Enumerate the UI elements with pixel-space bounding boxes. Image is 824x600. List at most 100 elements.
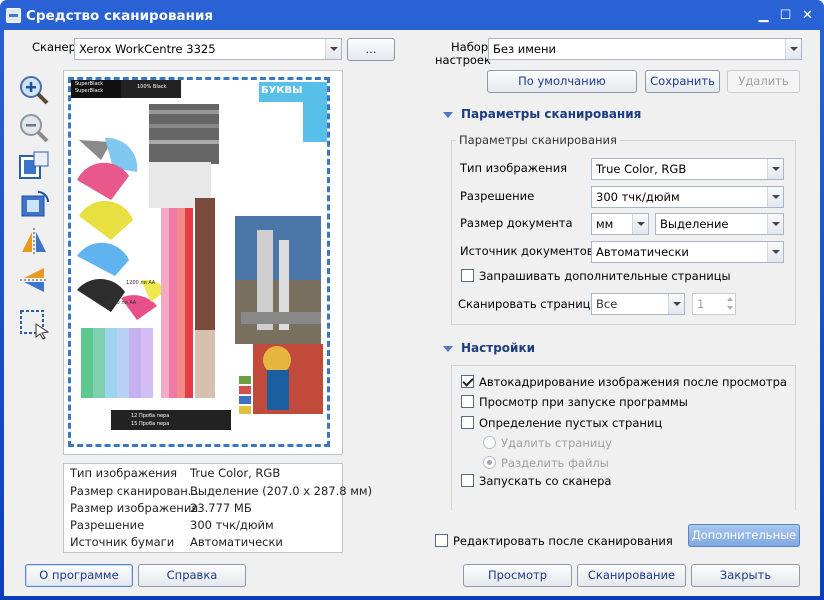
info-value: Выделение (207.0 x 287.8 мм) xyxy=(190,484,373,498)
chevron-down-icon xyxy=(767,242,783,262)
split-files-radio[interactable] xyxy=(483,456,496,469)
chevron-down-icon xyxy=(785,39,801,59)
scanner-label: Сканер xyxy=(32,40,76,54)
info-key: Тип изображения xyxy=(70,466,178,480)
preset-select[interactable]: Без имени xyxy=(488,38,802,60)
scan-pages-label: Сканировать страницы xyxy=(458,297,600,311)
blank-detect-checkbox[interactable] xyxy=(461,416,474,429)
preview-on-start-label: Просмотр при запуске программы xyxy=(479,395,688,409)
blank-detect-label: Определение пустых страниц xyxy=(479,416,663,430)
doc-size-value: Выделение xyxy=(660,217,729,231)
preview-proba-2: 15 Проба пера xyxy=(131,421,170,427)
chevron-down-icon xyxy=(767,187,783,207)
ask-pages-label: Запрашивать дополнительные страницы xyxy=(479,269,731,283)
preview-black100: 100% Black xyxy=(137,84,167,90)
edit-after-label: Редактировать после сканирования xyxy=(453,534,673,548)
scanner-app-icon xyxy=(6,8,21,23)
info-value: Автоматически xyxy=(190,535,283,549)
scan-button[interactable]: Сканирование xyxy=(577,564,686,587)
settings-header[interactable]: Настройки xyxy=(461,341,535,355)
launch-from-scanner-checkbox[interactable] xyxy=(461,474,474,487)
help-button[interactable]: Справка xyxy=(138,564,246,587)
scan-pages-count[interactable]: 1 xyxy=(692,293,736,315)
preview-bukvy-label: БУКВЫ xyxy=(261,85,303,96)
chevron-down-icon xyxy=(668,294,684,314)
edit-after-checkbox[interactable] xyxy=(435,534,448,547)
info-key: Источник бумаги xyxy=(70,535,175,549)
zoom-out-icon[interactable] xyxy=(18,112,50,144)
info-value: 300 тчк/дюйм xyxy=(190,518,274,532)
maximize-button[interactable]: ☐ xyxy=(775,6,796,27)
scan-selection-frame[interactable]: SuperBlack SuperBlack 100% Black БУКВЫ 1… xyxy=(68,77,330,447)
image-type-label: Тип изображения xyxy=(460,161,568,175)
preview-button[interactable]: Просмотр xyxy=(463,564,572,587)
doc-size-unit-value: мм xyxy=(596,217,614,231)
delete-page-label: Удалить страницу xyxy=(501,436,612,450)
chevron-down-icon xyxy=(767,159,783,179)
resolution-select[interactable]: 300 тчк/дюйм xyxy=(591,186,784,208)
scan-pages-select[interactable]: Все xyxy=(591,293,685,315)
save-preset-button[interactable]: Сохранить xyxy=(645,70,720,93)
scanner-select[interactable]: Xerox WorkCentre 3325 xyxy=(74,38,342,60)
scan-pages-value: Все xyxy=(596,297,618,311)
info-row: Источник бумаги Автоматически xyxy=(70,535,283,549)
preview-lpi1200: 1200 ли АА xyxy=(126,280,156,286)
scan-window: Средство сканирования ▁ ☐ ✕ Сканер Xerox… xyxy=(0,0,824,600)
launch-from-scanner-label: Запускать со сканера xyxy=(479,474,612,488)
preview-superblack-1: SuperBlack xyxy=(75,81,104,87)
scan-info-panel: Тип изображения True Color, RGB Размер ск… xyxy=(63,463,372,553)
minimize-button[interactable]: ▁ xyxy=(753,6,774,27)
delete-page-radio[interactable] xyxy=(483,436,496,449)
scan-preview[interactable]: SuperBlack SuperBlack 100% Black БУКВЫ 1… xyxy=(63,70,343,455)
preview-on-start-checkbox[interactable] xyxy=(461,395,474,408)
select-area-icon[interactable] xyxy=(18,308,50,340)
spinner-up-icon[interactable] xyxy=(727,297,733,301)
collapse-arrow-icon[interactable] xyxy=(443,112,453,118)
window-title: Средство сканирования xyxy=(26,8,214,24)
scanner-browse-button[interactable]: ... xyxy=(347,38,395,61)
client-area: Сканер Xerox WorkCentre 3325 ... SuperBl… xyxy=(4,30,820,596)
scan-params-group-title: Параметры сканирования xyxy=(456,133,620,147)
preview-superblack-2: SuperBlack xyxy=(75,88,104,94)
preview-lpi1500: 1500 ли АА xyxy=(107,300,137,306)
info-row: Размер сканирован... Выделение (207.0 x 2… xyxy=(70,484,372,498)
preset-label-line1: Набор xyxy=(451,40,489,54)
doc-source-label: Источник документов xyxy=(460,244,594,258)
close-button[interactable]: Закрыть xyxy=(691,564,800,587)
doc-source-select[interactable]: Автоматически xyxy=(591,241,784,263)
ask-pages-checkbox[interactable] xyxy=(461,269,474,282)
about-button[interactable]: О программе xyxy=(25,564,133,587)
autocrop-label: Автокадрирование изображения после просм… xyxy=(479,375,787,389)
flip-vertical-icon[interactable] xyxy=(18,264,50,296)
doc-size-unit-select[interactable]: мм xyxy=(591,213,649,235)
info-row: Разрешение 300 тчк/дюйм xyxy=(70,518,274,532)
split-files-label: Разделить файлы xyxy=(501,456,609,470)
scan-pages-count-value: 1 xyxy=(697,297,705,311)
chevron-down-icon xyxy=(767,214,783,234)
preview-proba-1: 12 Проба пера xyxy=(131,413,170,419)
zoom-in-icon[interactable] xyxy=(18,74,50,106)
spinner-down-icon[interactable] xyxy=(727,306,733,310)
preset-label-line2: настроек xyxy=(435,53,491,67)
rotate-icon[interactable] xyxy=(18,188,50,220)
chevron-down-icon xyxy=(632,214,648,234)
info-key: Размер сканирован... xyxy=(70,484,199,498)
image-type-value: True Color, RGB xyxy=(596,162,687,176)
doc-size-select[interactable]: Выделение xyxy=(655,213,784,235)
doc-size-label: Размер документа xyxy=(460,216,573,230)
autocrop-checkbox[interactable] xyxy=(461,375,474,388)
default-button[interactable]: По умолчанию xyxy=(487,70,637,93)
collapse-arrow-icon[interactable] xyxy=(443,346,453,352)
image-type-select[interactable]: True Color, RGB xyxy=(591,158,784,180)
info-row: Размер изображения 23.777 МБ xyxy=(70,501,252,515)
delete-preset-button[interactable]: Удалить xyxy=(727,70,800,93)
close-window-button[interactable]: ✕ xyxy=(797,6,818,27)
fit-page-icon[interactable] xyxy=(18,150,50,182)
flip-horizontal-icon[interactable] xyxy=(18,226,50,258)
info-key: Разрешение xyxy=(70,518,145,532)
advanced-button[interactable]: Дополнительные xyxy=(688,524,800,547)
chevron-down-icon xyxy=(325,39,341,59)
scan-params-header[interactable]: Параметры сканирования xyxy=(461,107,641,121)
scanner-value: Xerox WorkCentre 3325 xyxy=(79,42,216,56)
info-value: True Color, RGB xyxy=(190,466,281,480)
